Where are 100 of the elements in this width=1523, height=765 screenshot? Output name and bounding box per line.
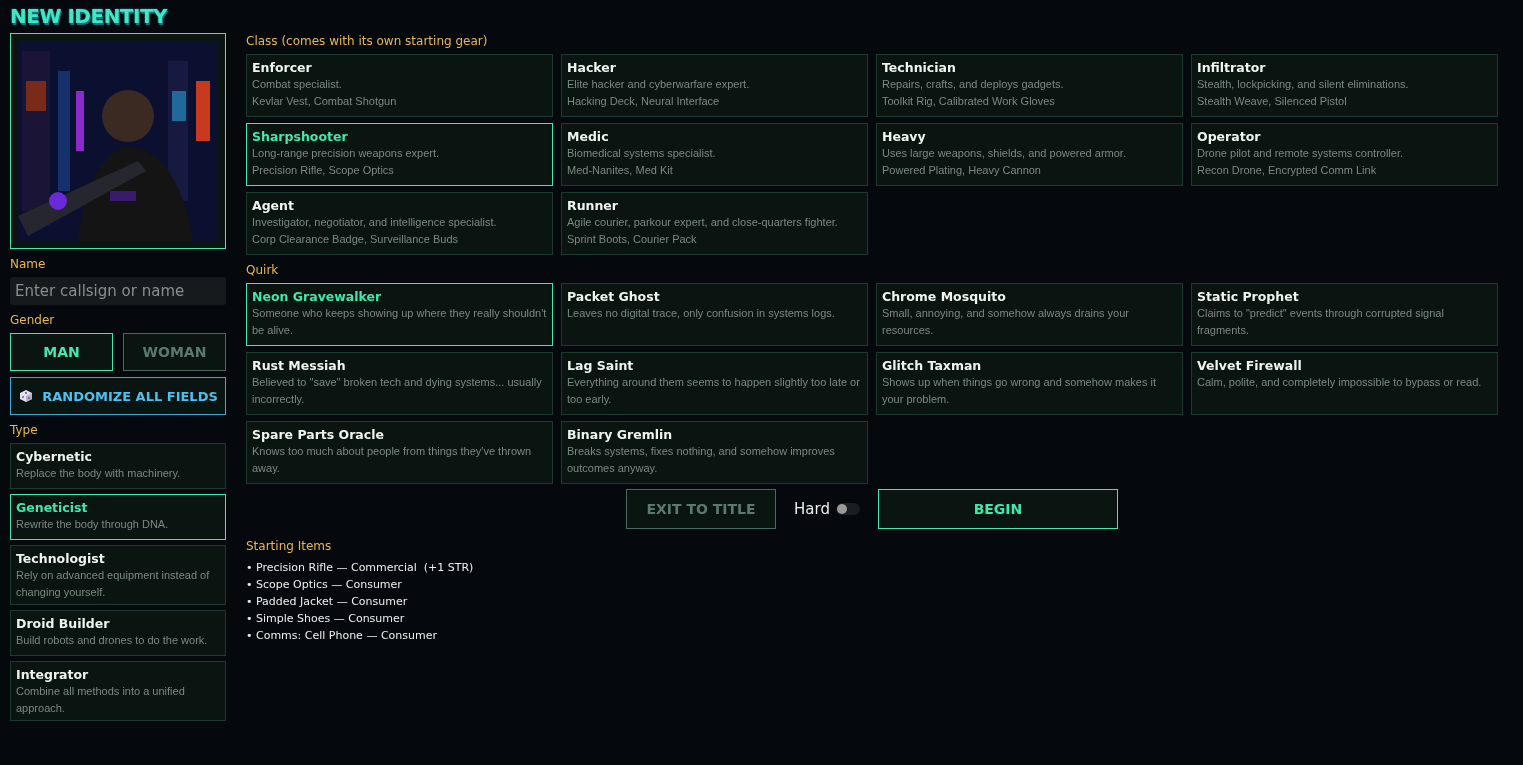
type-card[interactable]: Geneticist Rewrite the body through DNA.	[10, 494, 226, 540]
card-description: Believed to "save" broken tech and dying systems... usually incorrectly.	[252, 375, 543, 407]
begin-button[interactable]: BEGIN	[877, 489, 1118, 529]
card-title: Binary Gremlin	[567, 427, 674, 442]
field-label: Gender	[10, 313, 56, 327]
name-input-field[interactable]: Enter callsign or name	[10, 277, 226, 305]
type-card[interactable]: Droid Builder Build robots and drones to do the work.	[10, 610, 226, 656]
card-title: Glitch Taxman	[882, 358, 983, 373]
gear-list: Hacking Deck, Neural Interface	[567, 93, 862, 110]
quirk-card[interactable]: Lag Saint Everything around them seems to happen slightly too late or too early.	[561, 352, 868, 415]
section-label: Starting Items	[246, 539, 333, 553]
card-title: Spare Parts Oracle	[252, 427, 385, 442]
quirk-card[interactable]: Rust Messiah Believed to "save" broken tech and dying systems... usually incorrectly.	[246, 352, 553, 415]
card-description: Drone pilot and remote systems controller.	[1197, 146, 1405, 161]
gear-list: Stealth Weave, Silenced Pistol	[1197, 93, 1492, 110]
card-description: Rely on advanced equipment instead of changing yourself.	[16, 568, 211, 600]
gear-list: Powered Plating, Heavy Cannon	[882, 162, 1177, 179]
starting-item: • Comms: Cell Phone — Consumer	[246, 628, 438, 644]
card-title: Operator	[1197, 129, 1262, 144]
class-card[interactable]: Heavy Uses large weapons, shields, and powered armor. Powered Plating, Heavy Cannon	[876, 123, 1183, 186]
card-title: Integrator	[16, 667, 90, 682]
quirk-card[interactable]: Binary Gremlin Breaks systems, fixes nothing, and somehow improves outcomes anyway.	[561, 421, 868, 484]
card-title: Enforcer	[252, 60, 313, 75]
type-card[interactable]: Technologist Rely on advanced equipment instead of changing yourself.	[10, 545, 226, 605]
quirk-card[interactable]: Packet Ghost Leaves no digital trace, only confusion in systems logs.	[561, 283, 868, 346]
card-description: Claims to "predict" events through corrupted signal fragments.	[1197, 306, 1445, 338]
class-card[interactable]: Agent Investigator, negotiator, and intelligence specialist. Corp Clearance Badge, Surveillance Buds	[246, 192, 553, 255]
card-title: Chrome Mosquito	[882, 289, 1007, 304]
dice-icon	[18, 388, 35, 404]
card-title: Neon Gravewalker	[252, 289, 383, 304]
starting-item: • Scope Optics — Consumer	[246, 577, 403, 593]
card-title: Infiltrator	[1197, 60, 1267, 75]
exit-button[interactable]: EXIT TO TITLE	[626, 489, 777, 529]
starting-item: • Precision Rifle — Commercial (+1 STR)	[246, 560, 475, 576]
card-description: Uses large weapons, shields, and powered armor.	[882, 146, 1127, 161]
card-title: Sharpshooter	[252, 129, 349, 144]
section-label: Quirk	[246, 263, 280, 277]
gear-list: Precision Rifle, Scope Optics	[252, 162, 547, 179]
card-title: Rust Messiah	[252, 358, 347, 373]
card-description: Biomedical systems specialist.	[567, 146, 717, 161]
toggle-label: Hard	[794, 500, 830, 518]
card-title: Static Prophet	[1197, 289, 1300, 304]
gender-button[interactable]: WOMAN	[123, 333, 226, 371]
card-description: Combine all methods into a unified approach.	[16, 684, 186, 716]
class-card[interactable]: Enforcer Combat specialist. Kevlar Vest, Combat Shotgun	[246, 54, 553, 117]
class-card[interactable]: Runner Agile courier, parkour expert, and close-quarters fighter. Sprint Boots, Courier Pack	[561, 192, 868, 255]
card-description: Replace the body with machinery.	[16, 466, 182, 481]
gear-list: Sprint Boots, Courier Pack	[567, 231, 862, 248]
card-title: Lag Saint	[567, 358, 635, 373]
card-description: Combat specialist.	[252, 77, 343, 92]
card-description: Stealth, lockpicking, and silent eliminations.	[1197, 77, 1410, 92]
card-description: Agile courier, parkour expert, and close-quarters fighter.	[567, 215, 839, 230]
quirk-card[interactable]: Static Prophet Claims to "predict" events through corrupted signal fragments.	[1191, 283, 1498, 346]
card-description: Shows up when things go wrong and somehow makes it your problem.	[882, 375, 1157, 407]
quirk-card[interactable]: Neon Gravewalker Someone who keeps showing up where they really shouldn't be alive.	[246, 283, 553, 346]
starting-item: • Simple Shoes — Consumer	[246, 611, 406, 627]
card-title: Heavy	[882, 129, 927, 144]
gear-list: Recon Drone, Encrypted Comm Link	[1197, 162, 1492, 179]
class-card[interactable]: Hacker Elite hacker and cyberwarfare expert. Hacking Deck, Neural Interface	[561, 54, 868, 117]
class-card[interactable]: Operator Drone pilot and remote systems controller. Recon Drone, Encrypted Comm Link	[1191, 123, 1498, 186]
card-description: Knows too much about people from things they've thrown away.	[252, 444, 533, 476]
card-title: Geneticist	[16, 500, 89, 515]
type-card[interactable]: Cybernetic Replace the body with machinery.	[10, 443, 226, 489]
card-title: Hacker	[567, 60, 617, 75]
gear-list: Toolkit Rig, Calibrated Work Gloves	[882, 93, 1177, 110]
card-title: Cybernetic	[16, 449, 93, 464]
card-title: Technician	[882, 60, 957, 75]
card-description: Elite hacker and cyberwarfare expert.	[567, 77, 751, 92]
section-label: Type	[10, 423, 39, 437]
randomize-button[interactable]: RANDOMIZE ALL FIELDS	[10, 377, 226, 415]
quirk-card[interactable]: Chrome Mosquito Small, annoying, and somehow always drains your resources.	[876, 283, 1183, 346]
section-label: Class (comes with its own starting gear)	[246, 34, 489, 48]
class-card[interactable]: Sharpshooter Long-range precision weapons expert. Precision Rifle, Scope Optics	[246, 123, 553, 186]
hard-toggle[interactable]	[835, 503, 860, 515]
card-title: Velvet Firewall	[1197, 358, 1303, 373]
card-description: Someone who keeps showing up where they really shouldn't be alive.	[252, 306, 547, 338]
card-description: Build robots and drones to do the work.	[16, 633, 209, 648]
card-title: Droid Builder	[16, 616, 111, 631]
quirk-card[interactable]: Spare Parts Oracle Knows too much about people from things they've thrown away.	[246, 421, 553, 484]
card-description: Breaks systems, fixes nothing, and somehow improves outcomes anyway.	[567, 444, 836, 476]
card-title: Packet Ghost	[567, 289, 661, 304]
card-title: Runner	[567, 198, 619, 213]
card-description: Small, annoying, and somehow always drains your resources.	[882, 306, 1131, 338]
card-title: Technologist	[16, 551, 106, 566]
card-description: Long-range precision weapons expert.	[252, 146, 441, 161]
card-description: Rewrite the body through DNA.	[16, 517, 170, 532]
quirk-card[interactable]: Velvet Firewall Calm, polite, and completely impossible to bypass or read.	[1191, 352, 1498, 415]
field-label: Name	[10, 257, 47, 271]
card-title: Agent	[252, 198, 295, 213]
class-card[interactable]: Medic Biomedical systems specialist. Med-Nanites, Med Kit	[561, 123, 868, 186]
card-description: Calm, polite, and completely impossible to bypass or read.	[1197, 375, 1483, 390]
card-description: Investigator, negotiator, and intelligence specialist.	[252, 215, 498, 230]
class-card[interactable]: Infiltrator Stealth, lockpicking, and silent eliminations. Stealth Weave, Silenced Pistol	[1191, 54, 1498, 117]
starting-item: • Padded Jacket — Consumer	[246, 594, 409, 610]
gender-button[interactable]: MAN	[10, 333, 113, 371]
quirk-card[interactable]: Glitch Taxman Shows up when things go wrong and somehow makes it your problem.	[876, 352, 1183, 415]
card-description: Leaves no digital trace, only confusion in systems logs.	[567, 306, 836, 321]
type-card[interactable]: Integrator Combine all methods into a unified approach.	[10, 661, 226, 721]
gear-list: Kevlar Vest, Combat Shotgun	[252, 93, 547, 110]
class-card[interactable]: Technician Repairs, crafts, and deploys gadgets. Toolkit Rig, Calibrated Work Gloves	[876, 54, 1183, 117]
